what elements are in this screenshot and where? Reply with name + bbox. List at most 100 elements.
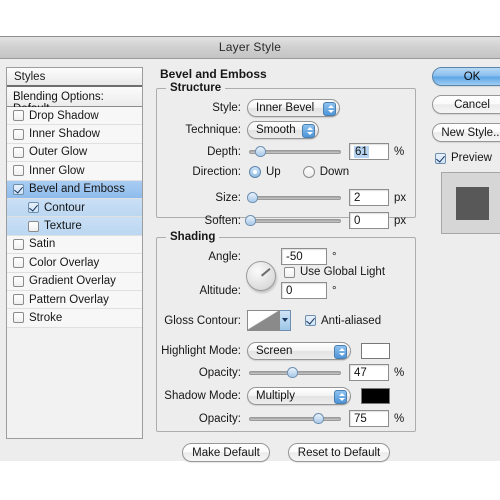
style-item-checkbox[interactable] [13, 110, 24, 122]
style-item-checkbox[interactable] [13, 165, 24, 177]
soften-value: 0 [354, 214, 361, 227]
altitude-unit: ° [332, 284, 337, 297]
angle-input[interactable]: -50 [281, 248, 327, 265]
highlight-mode-select[interactable]: Screen [247, 342, 351, 360]
direction-up-option[interactable]: Up [249, 166, 281, 178]
style-list-item[interactable]: Gradient Overlay [7, 272, 142, 291]
style-item-label: Drop Shadow [29, 109, 99, 122]
style-list-item[interactable]: Satin [7, 235, 142, 255]
styles-panel: Styles Blending Options: Default Drop Sh… [6, 67, 143, 439]
shadow-opacity-input[interactable]: 75 [349, 410, 389, 427]
highlight-opacity-slider[interactable] [249, 366, 341, 380]
technique-select-value: Smooth [256, 124, 296, 136]
style-item-checkbox[interactable] [13, 128, 24, 140]
new-style-button[interactable]: New Style... [432, 123, 500, 142]
preview-checkbox[interactable] [435, 152, 446, 164]
gloss-contour-picker[interactable] [247, 310, 291, 331]
radio-down-icon[interactable] [302, 166, 315, 178]
style-item-checkbox[interactable] [13, 294, 24, 306]
highlight-opacity-input[interactable]: 47 [349, 364, 389, 381]
angle-row: Angle: -50 ° [156, 248, 416, 265]
direction-down-label: Down [319, 166, 350, 178]
style-item-checkbox[interactable] [28, 202, 39, 214]
gloss-contour-swatch[interactable] [247, 310, 280, 331]
style-item-label: Contour [44, 201, 85, 214]
make-default-button[interactable]: Make Default [182, 443, 270, 462]
style-list-item[interactable]: Inner Shadow [7, 125, 142, 144]
highlight-mode-row: Highlight Mode: Screen [156, 342, 416, 360]
angle-dial-needle [261, 268, 271, 277]
style-list-item[interactable]: Bevel and Emboss [7, 180, 142, 199]
style-list-item[interactable]: Outer Glow [7, 143, 142, 163]
style-item-checkbox[interactable] [13, 146, 24, 158]
style-list-item[interactable]: Drop Shadow [7, 107, 142, 126]
style-select[interactable]: Inner Bevel [247, 99, 340, 117]
gloss-contour-dropdown-button[interactable] [280, 310, 291, 331]
altitude-row: Altitude: 0 ° [156, 282, 416, 299]
style-list-item[interactable]: Stroke [7, 309, 142, 328]
radio-up-icon[interactable] [249, 166, 261, 178]
bevel-emboss-panel: Bevel and Emboss Structure Style: Inner … [152, 67, 420, 439]
chevron-updown-icon [334, 344, 347, 359]
highlight-mode-value: Screen [256, 345, 293, 357]
reset-to-default-button[interactable]: Reset to Default [288, 443, 390, 462]
style-item-label: Pattern Overlay [29, 293, 109, 306]
style-item-checkbox[interactable] [28, 220, 39, 232]
style-item-checkbox[interactable] [13, 312, 24, 324]
depth-value: 61 [354, 145, 369, 158]
style-row: Style: Inner Bevel [156, 99, 416, 117]
size-unit: px [394, 191, 407, 204]
style-item-checkbox[interactable] [13, 183, 24, 195]
size-slider-thumb[interactable] [247, 191, 259, 203]
altitude-input[interactable]: 0 [281, 282, 327, 299]
style-item-checkbox[interactable] [13, 257, 24, 269]
style-item-checkbox[interactable] [13, 238, 24, 250]
highlight-opacity-value: 47 [354, 366, 367, 379]
shadow-opacity-label: Opacity: [198, 412, 241, 425]
shadow-mode-select[interactable]: Multiply [247, 387, 351, 405]
size-input[interactable]: 2 [349, 189, 389, 206]
contour-curve-icon [248, 311, 279, 330]
depth-input[interactable]: 61 [349, 143, 389, 160]
style-list-item[interactable]: Pattern Overlay [7, 290, 142, 310]
blending-options-row[interactable]: Blending Options: Default [7, 87, 142, 115]
size-slider-track [249, 195, 341, 200]
shadow-opacity-thumb[interactable] [312, 412, 324, 424]
direction-down-option[interactable]: Down [302, 166, 350, 178]
panel-title: Bevel and Emboss [156, 67, 271, 81]
use-global-light-checkbox[interactable] [284, 266, 295, 278]
angle-unit: ° [332, 250, 337, 263]
style-item-checkbox[interactable] [13, 275, 24, 287]
technique-row: Technique: Smooth [156, 121, 416, 139]
highlight-opacity-thumb[interactable] [286, 366, 298, 378]
preview-option[interactable]: Preview [435, 152, 500, 164]
highlight-color-swatch[interactable] [361, 343, 390, 359]
anti-aliased-checkbox[interactable] [305, 315, 316, 326]
depth-slider[interactable] [249, 145, 341, 159]
soften-input[interactable]: 0 [349, 212, 389, 229]
soften-slider-thumb[interactable] [245, 214, 257, 226]
dialog-titlebar[interactable]: Layer Style [0, 37, 500, 59]
shadow-opacity-value: 75 [354, 412, 367, 425]
altitude-value: 0 [286, 284, 293, 297]
ok-button[interactable]: OK [432, 67, 500, 86]
style-list-item[interactable]: Texture [7, 217, 142, 236]
style-list-item[interactable]: Color Overlay [7, 254, 142, 273]
soften-slider[interactable] [245, 214, 341, 228]
depth-slider-thumb[interactable] [254, 145, 266, 157]
style-effect-list: Drop Shadow Inner Shadow Outer Glow Inner G… [7, 107, 142, 328]
cancel-button[interactable]: Cancel [432, 95, 500, 114]
size-slider[interactable] [247, 191, 341, 205]
style-list-item[interactable]: Contour [7, 198, 142, 218]
depth-label: Depth: [207, 145, 241, 158]
anti-aliased-option[interactable]: Anti-aliased [305, 315, 381, 327]
soften-slider-track [249, 218, 341, 223]
chevron-updown-icon [323, 101, 336, 116]
use-global-light-option[interactable]: Use Global Light [284, 266, 385, 278]
technique-select[interactable]: Smooth [247, 121, 319, 139]
shadow-mode-label: Shadow Mode: [164, 390, 241, 402]
shadow-opacity-slider[interactable] [249, 412, 341, 426]
style-list-item[interactable]: Inner Glow [7, 162, 142, 181]
shadow-color-swatch[interactable] [361, 388, 390, 404]
highlight-opacity-label: Opacity: [198, 366, 241, 379]
